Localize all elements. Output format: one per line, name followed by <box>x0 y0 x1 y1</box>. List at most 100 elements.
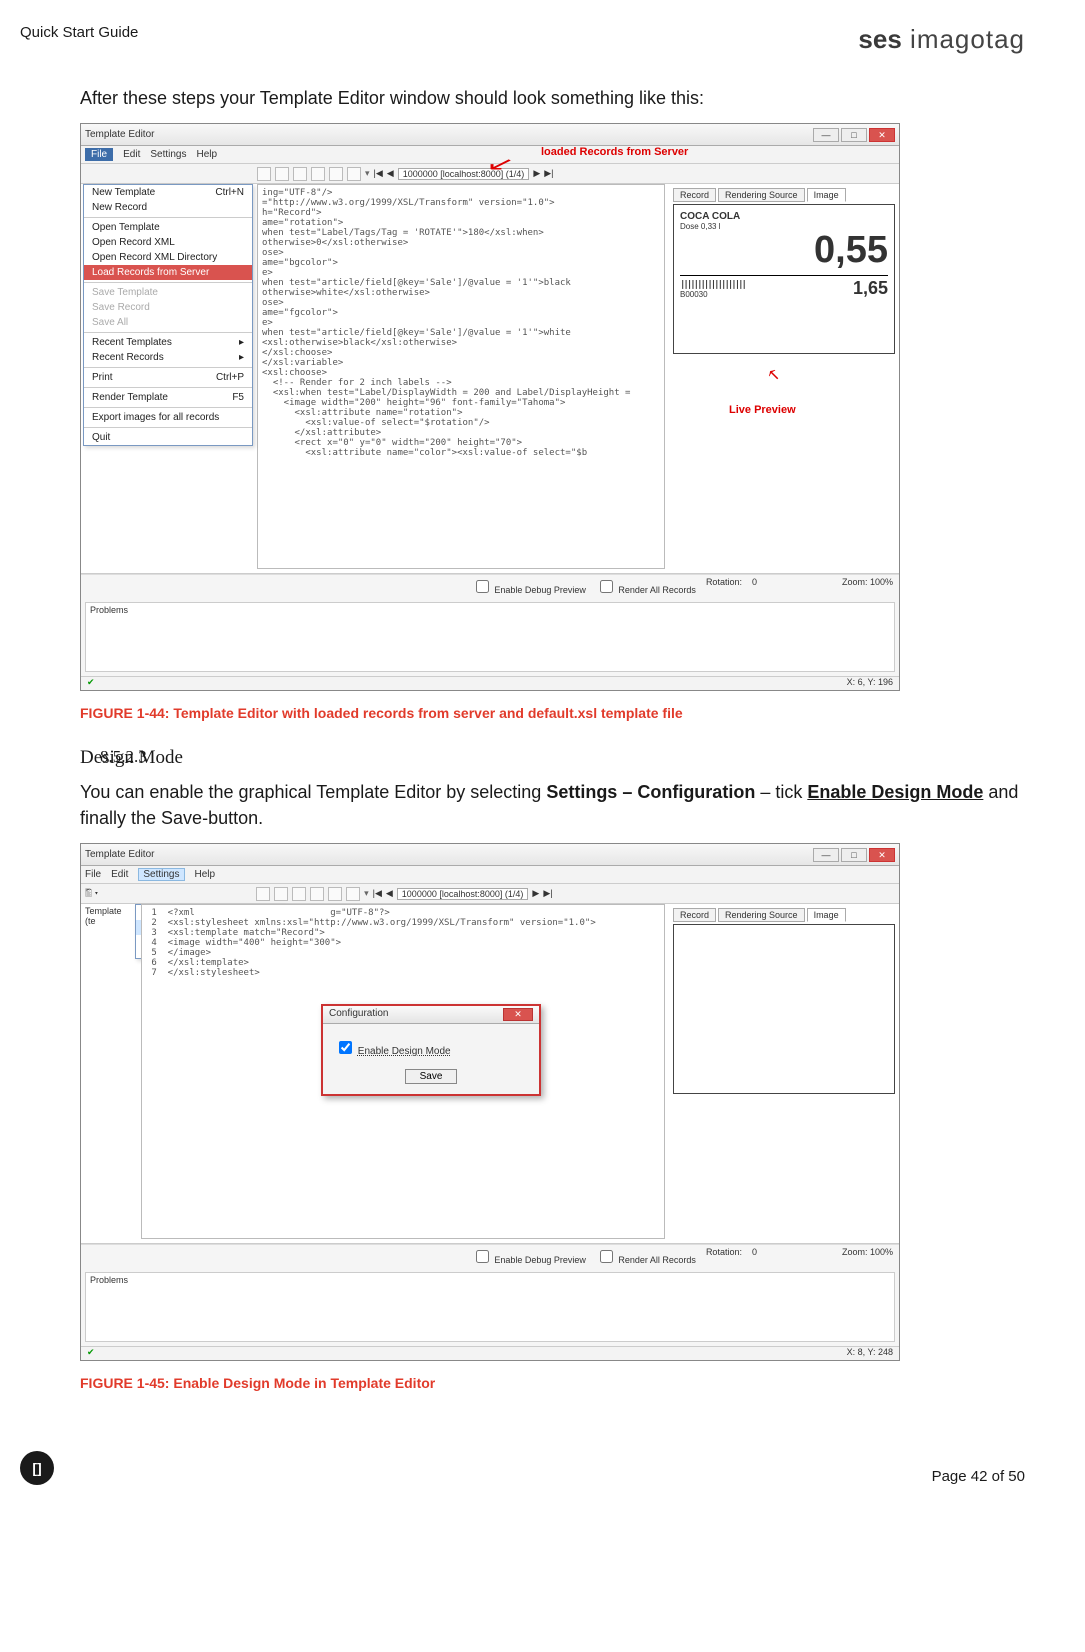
dialog-title: Configuration <box>329 1008 388 1021</box>
template-label: Template (te <box>81 904 137 1243</box>
nav-prev-icon[interactable]: ◀ <box>386 888 393 899</box>
nav-first-icon[interactable]: |◀ <box>373 888 382 899</box>
logo-bold: ses <box>858 24 901 54</box>
enable-debug-checkbox[interactable]: Enable Debug Preview <box>472 577 586 596</box>
rotation-value[interactable]: 0 <box>752 1247 782 1266</box>
close-button[interactable]: ✕ <box>869 848 895 862</box>
menu-edit[interactable]: Edit <box>111 869 128 880</box>
zoom-in-icon[interactable] <box>275 167 289 181</box>
menu-item[interactable]: New TemplateCtrl+N <box>84 185 252 200</box>
zoom-label: Zoom: 100% <box>842 1247 893 1266</box>
gear-icon[interactable] <box>328 887 342 901</box>
menu-item[interactable]: Quit <box>84 430 252 445</box>
home-icon[interactable] <box>257 167 271 181</box>
page-number: Page 42 of 50 <box>932 1468 1025 1485</box>
preview-secondary-price: 1,65 <box>853 278 888 299</box>
menu-item[interactable]: Open Record XML Directory <box>84 250 252 265</box>
tab-record[interactable]: Record <box>673 908 716 922</box>
problems-panel: Problems <box>85 1272 895 1342</box>
nav-next-icon[interactable]: ▶ <box>533 168 540 179</box>
menu-file[interactable]: File <box>85 869 101 880</box>
render-all-checkbox[interactable]: Render All Records <box>596 1247 696 1266</box>
render-all-checkbox[interactable]: Render All Records <box>596 577 696 596</box>
menu-item[interactable]: Recent Records▸ <box>84 350 252 365</box>
configuration-dialog: Configuration ✕ Enable Design Mode Save <box>321 1004 541 1096</box>
brand-logo: ses imagotag <box>858 24 1025 55</box>
render-options-bar: Enable Debug Preview Render All Records … <box>81 574 899 598</box>
zoom-in-icon[interactable] <box>274 887 288 901</box>
code-editor[interactable]: ing="UTF-8"/>="http://www.w3.org/1999/XS… <box>257 184 665 569</box>
close-button[interactable]: ✕ <box>869 128 895 142</box>
page-header: Quick Start Guide ses imagotag <box>20 24 1025 55</box>
menu-item[interactable]: PrintCtrl+P <box>84 370 252 385</box>
annotation-live-preview: Live Preview <box>729 404 796 416</box>
maximize-button[interactable]: □ <box>841 848 867 862</box>
enable-design-mode-checkbox[interactable]: Enable Design Mode <box>335 1046 451 1057</box>
menu-item[interactable]: Open Template <box>84 220 252 235</box>
nav-last-icon[interactable]: ▶| <box>544 168 553 179</box>
section-paragraph: You can enable the graphical Template Ed… <box>80 779 1025 831</box>
status-bar: ✔ X: 8, Y: 248 <box>81 1346 899 1360</box>
menu-item[interactable]: New Record <box>84 200 252 215</box>
menu-help[interactable]: Help <box>195 869 216 880</box>
tab-rendering-source[interactable]: Rendering Source <box>718 188 805 202</box>
refresh-icon[interactable] <box>310 887 324 901</box>
menu-item: Save All <box>84 315 252 330</box>
play-icon[interactable] <box>347 167 361 181</box>
intro-paragraph: After these steps your Template Editor w… <box>80 85 1025 111</box>
annotation-loaded-records: loaded Records from Server <box>541 146 688 158</box>
play-icon[interactable] <box>346 887 360 901</box>
rotation-label: Rotation: <box>706 577 742 596</box>
screenshot-2: Template Editor — □ ✕ File Edit Settings… <box>80 843 900 1361</box>
menu-file[interactable]: File <box>85 148 113 161</box>
menu-item[interactable]: Export images for all records <box>84 410 252 425</box>
nav-prev-icon[interactable]: ◀ <box>387 168 394 179</box>
cursor-position: X: 6, Y: 196 <box>847 677 893 690</box>
section-number: 8.5.2.3 <box>100 747 147 767</box>
maximize-button[interactable]: □ <box>841 128 867 142</box>
preview-pane: Record Rendering Source Image <box>669 904 899 1243</box>
preview-main-price: 0,55 <box>680 231 888 269</box>
window-title: Template Editor <box>85 129 154 140</box>
menu-edit[interactable]: Edit <box>123 149 140 160</box>
home-icon[interactable] <box>256 887 270 901</box>
gear-icon[interactable] <box>329 167 343 181</box>
menu-item[interactable]: Open Record XML <box>84 235 252 250</box>
record-address[interactable]: 1000000 [localhost:8000] (1/4) <box>397 888 529 900</box>
rotation-label: Rotation: <box>706 1247 742 1266</box>
tab-image[interactable]: Image <box>807 188 846 202</box>
window-buttons: — □ ✕ <box>813 128 895 142</box>
menu-item[interactable]: Render TemplateF5 <box>84 390 252 405</box>
arrow-icon: ↑ <box>760 361 788 389</box>
dialog-close-button[interactable]: ✕ <box>503 1008 533 1021</box>
nav-first-icon[interactable]: |◀ <box>374 168 383 179</box>
nav-last-icon[interactable]: ▶| <box>543 888 552 899</box>
logo-light: imagotag <box>902 24 1025 54</box>
zoom-label: Zoom: 100% <box>842 577 893 596</box>
tab-record[interactable]: Record <box>673 188 716 202</box>
window-titlebar: Template Editor — □ ✕ <box>81 844 899 866</box>
refresh-icon[interactable] <box>311 167 325 181</box>
menu-settings[interactable]: Settings <box>138 868 184 881</box>
enable-debug-checkbox[interactable]: Enable Debug Preview <box>472 1247 586 1266</box>
preview-pane: Record Rendering Source Image COCA COLA … <box>669 184 899 573</box>
nav-next-icon[interactable]: ▶ <box>532 888 539 899</box>
tab-image[interactable]: Image <box>807 908 846 922</box>
menu-item[interactable]: Load Records from Server <box>84 265 252 280</box>
figure-caption-1: FIGURE 1-44: Template Editor with loaded… <box>80 705 1025 721</box>
figure-caption-2: FIGURE 1-45: Enable Design Mode in Templ… <box>80 1375 1025 1391</box>
render-options-bar: Enable Debug Preview Render All Records … <box>81 1244 899 1268</box>
preview-tabs: Record Rendering Source Image <box>673 908 895 922</box>
minimize-button[interactable]: — <box>813 128 839 142</box>
menu-settings[interactable]: Settings <box>150 149 186 160</box>
window-buttons: — □ ✕ <box>813 848 895 862</box>
menu-item[interactable]: Recent Templates▸ <box>84 335 252 350</box>
dialog-titlebar: Configuration ✕ <box>323 1006 539 1024</box>
minimize-button[interactable]: — <box>813 848 839 862</box>
rotation-value[interactable]: 0 <box>752 577 782 596</box>
dialog-save-button[interactable]: Save <box>405 1069 458 1084</box>
menu-help[interactable]: Help <box>197 149 218 160</box>
zoom-out-icon[interactable] <box>292 887 306 901</box>
tab-rendering-source[interactable]: Rendering Source <box>718 908 805 922</box>
zoom-out-icon[interactable] <box>293 167 307 181</box>
